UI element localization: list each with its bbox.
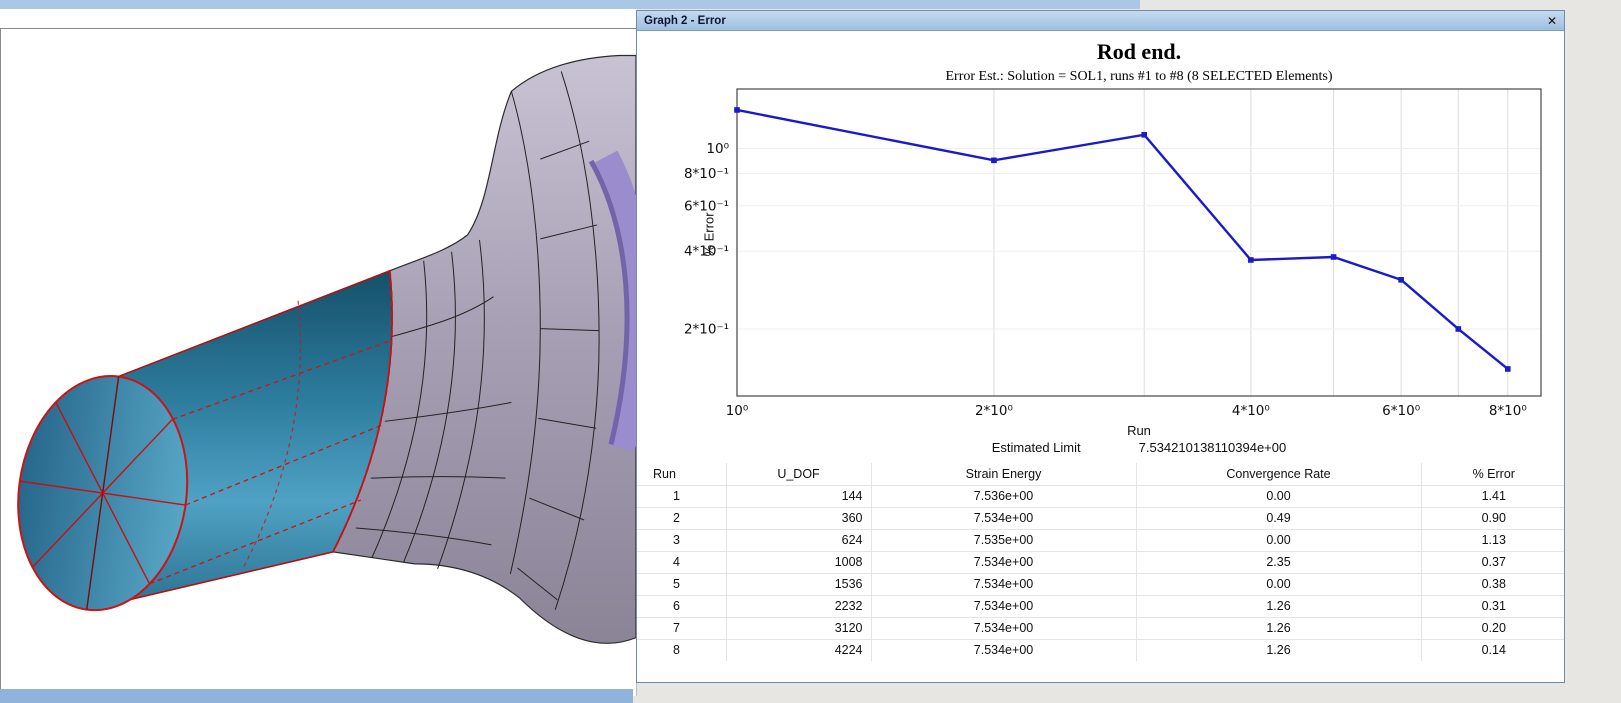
table-cell: 0.14 xyxy=(1420,638,1564,662)
x-tick-label: 6*10⁰ xyxy=(1382,403,1420,419)
table-cell: 1008 xyxy=(725,550,872,574)
data-point-marker xyxy=(991,157,997,164)
table-cell: 7.534e+00 xyxy=(870,550,1137,574)
table-cell: 1.26 xyxy=(1135,638,1422,662)
data-point-marker xyxy=(1398,277,1404,283)
table-cell: 7.535e+00 xyxy=(870,528,1137,552)
data-point-marker xyxy=(1504,366,1511,372)
x-tick-label: 2*10⁰ xyxy=(975,403,1013,419)
table-cell: 0.31 xyxy=(1420,594,1564,618)
x-tick-label: 4*10⁰ xyxy=(1232,403,1270,419)
table-cell: 0.38 xyxy=(1420,572,1564,596)
x-axis-label: Run xyxy=(1127,423,1151,438)
table-cell: 5 xyxy=(637,572,727,596)
graph-window-content: Rod end. Error Est.: Solution = SOL1, ru… xyxy=(637,31,1564,682)
estimated-limit-value: 7.534210138110394e+00 xyxy=(1138,440,1287,455)
table-cell: 7.534e+00 xyxy=(870,506,1137,530)
table-cell: 1.26 xyxy=(1135,594,1422,618)
column-header-u-dof: U_DOF xyxy=(725,462,872,486)
table-cell: 2.35 xyxy=(1135,550,1422,574)
table-row: 3 624 7.535e+00 0.00 1.13 xyxy=(637,528,1564,552)
table-cell: 7.534e+00 xyxy=(870,594,1137,618)
table-cell: 7.536e+00 xyxy=(870,484,1137,508)
y-tick-label: 10⁰ xyxy=(706,141,729,157)
table-cell: 8 xyxy=(637,638,727,662)
chart-subtitle: Error Est.: Solution = SOL1, runs #1 to … xyxy=(945,69,1333,84)
table-cell: 1 xyxy=(637,484,727,508)
table-cell: 1536 xyxy=(725,572,872,596)
viewport-header-gap xyxy=(0,9,637,28)
bottom-toolbar-strip xyxy=(0,689,633,703)
rod-end-model xyxy=(17,54,636,644)
table-row: 2 360 7.534e+00 0.49 0.90 xyxy=(637,506,1564,530)
column-header--error: % Error xyxy=(1420,462,1564,486)
column-header-strain-energy: Strain Energy xyxy=(870,462,1137,486)
top-toolbar-strip xyxy=(0,0,1140,9)
app-screen: Graph 2 - Error ✕ Rod end. Error Est.: S… xyxy=(0,0,1621,703)
table-cell: 144 xyxy=(725,484,872,508)
table-cell: 0.00 xyxy=(1135,484,1422,508)
table-cell: 0.37 xyxy=(1420,550,1564,574)
table-cell: 0.49 xyxy=(1135,506,1422,530)
window-title: Graph 2 - Error xyxy=(644,14,726,27)
table-cell: 7.534e+00 xyxy=(870,572,1137,596)
table-row: 1 144 7.536e+00 0.00 1.41 xyxy=(637,484,1564,508)
table-row: 5 1536 7.534e+00 0.00 0.38 xyxy=(637,572,1564,596)
x-tick-label: 10⁰ xyxy=(726,403,749,419)
estimated-limit-row: Estimated Limit 7.534210138110394e+00 xyxy=(737,440,1541,455)
selected-cylinder-section xyxy=(17,269,394,612)
table-cell: 360 xyxy=(725,506,872,530)
results-table: Run U_DOF Strain Energy Convergence Rate% E… xyxy=(637,462,1564,662)
column-header-convergence-rate: Convergence Rate xyxy=(1135,462,1422,486)
table-cell: 4 xyxy=(637,550,727,574)
table-row: 4 1008 7.534e+00 2.35 0.37 xyxy=(637,550,1564,574)
data-point-marker xyxy=(1248,257,1254,263)
table-cell: 0.20 xyxy=(1420,616,1564,640)
table-cell: 7 xyxy=(637,616,727,640)
table-cell: 7.534e+00 xyxy=(870,616,1137,640)
data-point-marker xyxy=(734,107,740,113)
estimated-limit-label: Estimated Limit xyxy=(991,440,1081,455)
3d-viewport[interactable] xyxy=(0,28,637,696)
table-cell: 0.00 xyxy=(1135,572,1422,596)
table-row: 7 3120 7.534e+00 1.26 0.20 xyxy=(637,616,1564,640)
table-header-row: Run U_DOF Strain Energy Convergence Rate% E… xyxy=(637,462,1564,486)
table-cell: 3120 xyxy=(725,616,872,640)
table-row: 8 4224 7.534e+00 1.26 0.14 xyxy=(637,638,1564,662)
y-tick-label: 2*10⁻¹ xyxy=(684,321,729,337)
chart-title: Rod end. xyxy=(1096,39,1182,64)
table-cell: 6 xyxy=(637,594,727,618)
graph-window: Graph 2 - Error ✕ Rod end. Error Est.: S… xyxy=(636,10,1565,683)
close-icon[interactable]: ✕ xyxy=(1547,15,1557,27)
column-header-run: Run xyxy=(637,462,727,486)
data-point-marker xyxy=(1330,254,1337,260)
plot-area: 10⁰ 8*10⁻¹ 6*10⁻¹ 4*10⁻¹ 2*10⁻¹ 10⁰ 2*10⁰ 4*10⁰… xyxy=(684,88,1542,419)
table-cell: 1.13 xyxy=(1420,528,1564,552)
data-point-marker xyxy=(1141,131,1148,138)
table-row: 6 2232 7.534e+00 1.26 0.31 xyxy=(637,594,1564,618)
table-cell: 0.90 xyxy=(1420,506,1564,530)
table-cell: 1.26 xyxy=(1135,616,1422,640)
y-tick-label: 8*10⁻¹ xyxy=(684,166,729,182)
y-tick-label: 6*10⁻¹ xyxy=(684,198,729,214)
y-tick-label: 4*10⁻¹ xyxy=(684,244,729,260)
table-cell: 1.41 xyxy=(1420,484,1564,508)
table-cell: 2 xyxy=(637,506,727,530)
table-cell: 3 xyxy=(637,528,727,552)
table-cell: 0.00 xyxy=(1135,528,1422,552)
table-cell: 624 xyxy=(725,528,872,552)
x-tick-label: 8*10⁰ xyxy=(1489,403,1527,419)
data-point-marker xyxy=(1455,326,1462,332)
table-cell: 4224 xyxy=(725,638,872,662)
window-titlebar[interactable]: Graph 2 - Error ✕ xyxy=(637,11,1564,31)
table-cell: 2232 xyxy=(725,594,872,618)
table-cell: 7.534e+00 xyxy=(870,638,1137,662)
